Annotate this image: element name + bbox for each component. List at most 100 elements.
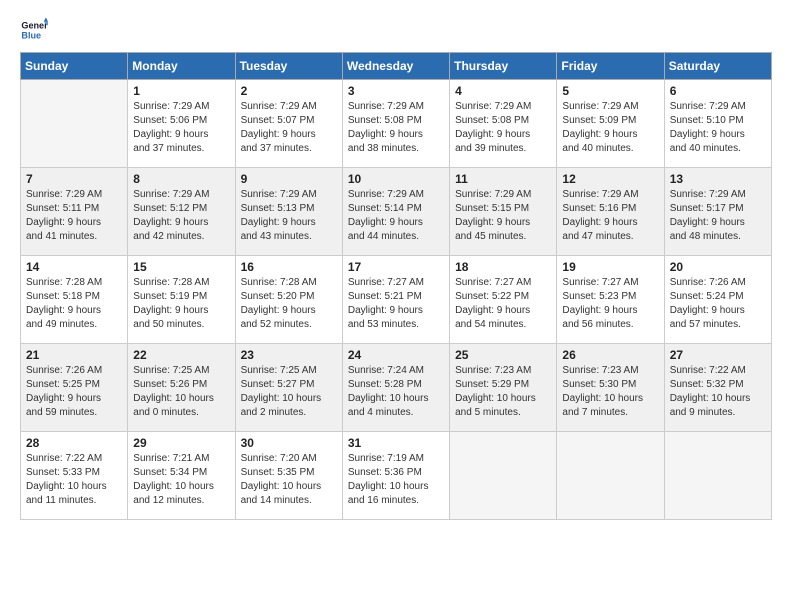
day-number: 13	[670, 172, 766, 186]
calendar-cell: 26 Sunrise: 7:23 AM Sunset: 5:30 PM Dayli…	[557, 344, 664, 432]
day-number: 19	[562, 260, 658, 274]
calendar-cell: 14 Sunrise: 7:28 AM Sunset: 5:18 PM Dayli…	[21, 256, 128, 344]
cell-info: Sunrise: 7:25 AM Sunset: 5:26 PM Dayligh…	[133, 364, 229, 420]
calendar-cell: 8Sunrise: 7:29 AM Sunset: 5:12 PM Daylig…	[128, 168, 235, 256]
day-number: 15	[133, 260, 229, 274]
day-number: 3	[348, 84, 444, 98]
day-number: 12	[562, 172, 658, 186]
calendar-cell: 16 Sunrise: 7:28 AM Sunset: 5:20 PM Dayli…	[235, 256, 342, 344]
day-number: 22	[133, 348, 229, 362]
calendar-cell: 29 Sunrise: 7:21 AM Sunset: 5:34 PM Dayli…	[128, 432, 235, 520]
cell-info: Sunrise: 7:27 AM Sunset: 5:22 PM Dayligh…	[455, 276, 551, 332]
calendar-cell: 6 Sunrise: 7:29 AM Sunset: 5:10 PM Daylig…	[664, 80, 771, 168]
weekday-header-tuesday: Tuesday	[235, 53, 342, 80]
calendar-cell: 15 Sunrise: 7:28 AM Sunset: 5:19 PM Dayli…	[128, 256, 235, 344]
cell-info: Sunrise: 7:29 AM Sunset: 5:15 PM Dayligh…	[455, 188, 551, 244]
cell-info: Sunrise: 7:24 AM Sunset: 5:28 PM Dayligh…	[348, 364, 444, 420]
weekday-header-friday: Friday	[557, 53, 664, 80]
cell-info: Sunrise: 7:21 AM Sunset: 5:34 PM Dayligh…	[133, 452, 229, 508]
calendar-cell: 17 Sunrise: 7:27 AM Sunset: 5:21 PM Dayli…	[342, 256, 449, 344]
calendar-week-row: 21 Sunrise: 7:26 AM Sunset: 5:25 PM Dayli…	[21, 344, 772, 432]
weekday-header-wednesday: Wednesday	[342, 53, 449, 80]
cell-info: Sunrise: 7:26 AM Sunset: 5:24 PM Dayligh…	[670, 276, 766, 332]
cell-info: Sunrise: 7:22 AM Sunset: 5:33 PM Dayligh…	[26, 452, 122, 508]
calendar-cell: 1 Sunrise: 7:29 AM Sunset: 5:06 PM Daylig…	[128, 80, 235, 168]
calendar-week-row: 1 Sunrise: 7:29 AM Sunset: 5:06 PM Daylig…	[21, 80, 772, 168]
calendar-cell	[21, 80, 128, 168]
day-number: 2	[241, 84, 337, 98]
cell-info: Sunrise: 7:29 AM Sunset: 5:17 PM Dayligh…	[670, 188, 766, 244]
cell-info: Sunrise: 7:29 AM Sunset: 5:06 PM Dayligh…	[133, 100, 229, 156]
calendar-week-row: 14 Sunrise: 7:28 AM Sunset: 5:18 PM Dayli…	[21, 256, 772, 344]
weekday-header-sunday: Sunday	[21, 53, 128, 80]
calendar-cell: 22 Sunrise: 7:25 AM Sunset: 5:26 PM Dayli…	[128, 344, 235, 432]
day-number: 28	[26, 436, 122, 450]
cell-info: Sunrise: 7:29 AM Sunset: 5:16 PM Dayligh…	[562, 188, 658, 244]
day-number: 5	[562, 84, 658, 98]
calendar-cell: 28 Sunrise: 7:22 AM Sunset: 5:33 PM Dayli…	[21, 432, 128, 520]
cell-info: Sunrise: 7:29 AM Sunset: 5:10 PM Dayligh…	[670, 100, 766, 156]
cell-info: Sunrise: 7:29 AM Sunset: 5:08 PM Dayligh…	[348, 100, 444, 156]
cell-info: Sunrise: 7:29 AM Sunset: 5:09 PM Dayligh…	[562, 100, 658, 156]
cell-info: Sunrise: 7:26 AM Sunset: 5:25 PM Dayligh…	[26, 364, 122, 420]
calendar-cell: 2 Sunrise: 7:29 AM Sunset: 5:07 PM Daylig…	[235, 80, 342, 168]
day-number: 18	[455, 260, 551, 274]
calendar-cell: 11 Sunrise: 7:29 AM Sunset: 5:15 PM Dayli…	[450, 168, 557, 256]
page-container: General Blue SundayMondayTuesdayWednesda…	[0, 0, 792, 530]
cell-info: Sunrise: 7:23 AM Sunset: 5:30 PM Dayligh…	[562, 364, 658, 420]
svg-text:Blue: Blue	[21, 30, 41, 40]
header-row: General Blue	[20, 16, 772, 44]
calendar-cell: 25 Sunrise: 7:23 AM Sunset: 5:29 PM Dayli…	[450, 344, 557, 432]
day-number: 7	[26, 172, 122, 186]
day-number: 14	[26, 260, 122, 274]
cell-info: Sunrise: 7:22 AM Sunset: 5:32 PM Dayligh…	[670, 364, 766, 420]
weekday-header-monday: Monday	[128, 53, 235, 80]
calendar-cell: 5 Sunrise: 7:29 AM Sunset: 5:09 PM Daylig…	[557, 80, 664, 168]
day-number: 8	[133, 172, 229, 186]
calendar-cell	[664, 432, 771, 520]
day-number: 24	[348, 348, 444, 362]
calendar-cell: 31Sunrise: 7:19 AM Sunset: 5:36 PM Dayli…	[342, 432, 449, 520]
day-number: 16	[241, 260, 337, 274]
day-number: 26	[562, 348, 658, 362]
logo-icon: General Blue	[20, 16, 48, 44]
day-number: 6	[670, 84, 766, 98]
cell-info: Sunrise: 7:29 AM Sunset: 5:08 PM Dayligh…	[455, 100, 551, 156]
calendar-cell: 18 Sunrise: 7:27 AM Sunset: 5:22 PM Dayli…	[450, 256, 557, 344]
calendar-cell: 23 Sunrise: 7:25 AM Sunset: 5:27 PM Dayli…	[235, 344, 342, 432]
logo: General Blue	[20, 16, 52, 44]
cell-info: Sunrise: 7:29 AM Sunset: 5:07 PM Dayligh…	[241, 100, 337, 156]
day-number: 29	[133, 436, 229, 450]
weekday-header-saturday: Saturday	[664, 53, 771, 80]
cell-info: Sunrise: 7:23 AM Sunset: 5:29 PM Dayligh…	[455, 364, 551, 420]
day-number: 10	[348, 172, 444, 186]
cell-info: Sunrise: 7:27 AM Sunset: 5:21 PM Dayligh…	[348, 276, 444, 332]
calendar-cell: 20 Sunrise: 7:26 AM Sunset: 5:24 PM Dayli…	[664, 256, 771, 344]
cell-info: Sunrise: 7:20 AM Sunset: 5:35 PM Dayligh…	[241, 452, 337, 508]
calendar-cell: 4Sunrise: 7:29 AM Sunset: 5:08 PM Daylig…	[450, 80, 557, 168]
day-number: 9	[241, 172, 337, 186]
cell-info: Sunrise: 7:28 AM Sunset: 5:19 PM Dayligh…	[133, 276, 229, 332]
calendar-cell: 30 Sunrise: 7:20 AM Sunset: 5:35 PM Dayli…	[235, 432, 342, 520]
calendar-table: SundayMondayTuesdayWednesdayThursdayFrid…	[20, 52, 772, 520]
day-number: 1	[133, 84, 229, 98]
day-number: 11	[455, 172, 551, 186]
day-number: 25	[455, 348, 551, 362]
day-number: 20	[670, 260, 766, 274]
calendar-cell: 21 Sunrise: 7:26 AM Sunset: 5:25 PM Dayli…	[21, 344, 128, 432]
day-number: 21	[26, 348, 122, 362]
svg-text:General: General	[21, 21, 48, 31]
calendar-cell: 12 Sunrise: 7:29 AM Sunset: 5:16 PM Dayli…	[557, 168, 664, 256]
cell-info: Sunrise: 7:28 AM Sunset: 5:20 PM Dayligh…	[241, 276, 337, 332]
cell-info: Sunrise: 7:27 AM Sunset: 5:23 PM Dayligh…	[562, 276, 658, 332]
day-number: 23	[241, 348, 337, 362]
weekday-header-thursday: Thursday	[450, 53, 557, 80]
calendar-cell	[557, 432, 664, 520]
day-number: 17	[348, 260, 444, 274]
calendar-cell	[450, 432, 557, 520]
day-number: 30	[241, 436, 337, 450]
cell-info: Sunrise: 7:28 AM Sunset: 5:18 PM Dayligh…	[26, 276, 122, 332]
calendar-week-row: 7Sunrise: 7:29 AM Sunset: 5:11 PM Daylig…	[21, 168, 772, 256]
calendar-cell: 13 Sunrise: 7:29 AM Sunset: 5:17 PM Dayli…	[664, 168, 771, 256]
cell-info: Sunrise: 7:25 AM Sunset: 5:27 PM Dayligh…	[241, 364, 337, 420]
